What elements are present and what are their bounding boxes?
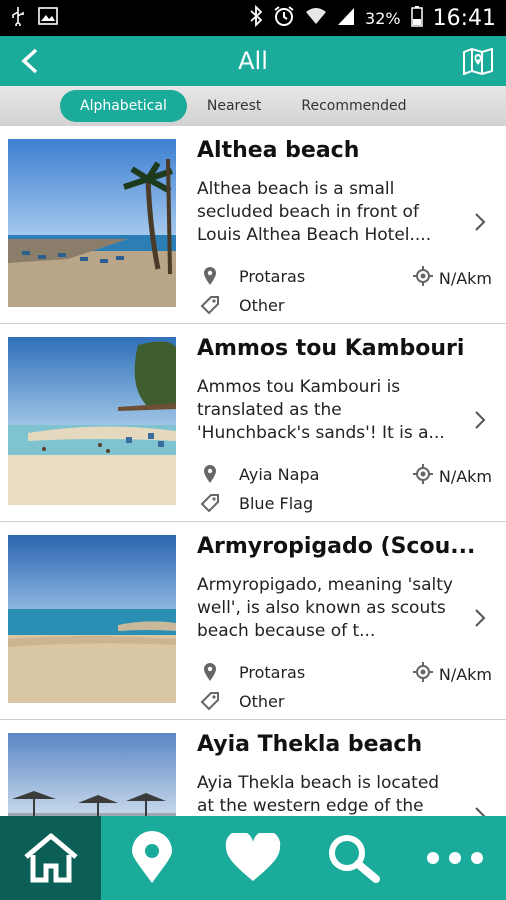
item-category-label: Other <box>239 295 285 315</box>
item-distance-label: N/Akm <box>438 268 492 288</box>
list-item[interactable]: Ayia Thekla beach Ayia Thekla beach is l… <box>0 720 506 816</box>
list-item[interactable]: Armyropigado (Scou... Armyropigado, mean… <box>0 522 506 720</box>
clock: 16:41 <box>432 5 496 31</box>
nav-map-button[interactable] <box>101 816 202 900</box>
gps-icon <box>412 266 433 290</box>
item-location: Protaras <box>197 662 305 682</box>
tag-icon <box>197 493 223 513</box>
item-title: Ayia Thekla beach <box>197 732 423 757</box>
item-title: Ammos tou Kambouri <box>197 336 465 361</box>
chevron-right-icon <box>474 212 486 236</box>
app-bar: All <box>0 36 506 86</box>
search-icon <box>329 835 381 883</box>
item-location: Ayia Napa <box>197 464 319 484</box>
nav-more-button[interactable] <box>405 816 506 900</box>
gps-icon <box>412 464 433 488</box>
home-icon <box>23 833 78 883</box>
chevron-right-icon <box>474 608 486 632</box>
beach-thumbnail <box>8 733 176 816</box>
page-title: All <box>238 47 268 75</box>
chevron-left-icon <box>21 48 38 74</box>
tag-icon <box>197 691 223 711</box>
image-notification-icon <box>38 6 58 30</box>
battery-percent: 32% <box>365 8 401 28</box>
beach-thumbnail <box>8 139 176 307</box>
list-item[interactable]: Ammos tou Kambouri Ammos tou Kambouri is… <box>0 324 506 522</box>
tag-icon <box>197 295 223 315</box>
chevron-right-icon <box>474 806 486 816</box>
location-pin-icon <box>197 266 223 286</box>
status-bar: 32% 16:41 <box>0 0 506 36</box>
battery-icon <box>410 5 423 32</box>
item-distance: N/Akm <box>412 266 492 290</box>
item-location: Protaras <box>197 266 305 286</box>
item-description: Ayia Thekla beach is located at the west… <box>197 773 440 816</box>
item-location-label: Protaras <box>239 266 306 286</box>
alarm-icon <box>273 5 295 32</box>
beach-thumbnail <box>8 337 176 505</box>
item-category: Other <box>197 295 284 315</box>
signal-icon <box>337 6 355 31</box>
beach-list: Althea beach Althea beach is a small sec… <box>0 126 506 816</box>
tab-nearest[interactable]: Nearest <box>187 90 282 122</box>
item-distance-label: N/Akm <box>438 664 492 684</box>
nav-favorites-button[interactable] <box>202 816 303 900</box>
list-item[interactable]: Althea beach Althea beach is a small sec… <box>0 126 506 324</box>
nav-home-button[interactable] <box>0 816 102 900</box>
tab-recommended[interactable]: Recommended <box>281 90 426 122</box>
item-location-label: Ayia Napa <box>239 464 320 484</box>
location-pin-icon <box>197 464 223 484</box>
heart-icon <box>225 833 281 881</box>
item-category-label: Other <box>239 691 285 711</box>
back-button[interactable] <box>0 36 60 86</box>
gps-icon <box>412 662 433 686</box>
wifi-icon <box>305 6 327 31</box>
map-pin-icon <box>131 831 172 883</box>
item-description: Armyropigado, meaning 'salty well', is a… <box>197 575 453 641</box>
item-location-label: Protaras <box>239 662 306 682</box>
item-distance-label: N/Akm <box>438 466 492 486</box>
item-category: Other <box>197 691 284 711</box>
item-distance: N/Akm <box>412 464 492 488</box>
map-view-button[interactable] <box>450 36 506 86</box>
usb-icon <box>10 6 26 31</box>
more-icon <box>427 852 484 864</box>
item-description: Ammos tou Kambouri is translated as the … <box>197 377 445 443</box>
item-distance: N/Akm <box>412 662 492 686</box>
nav-search-button[interactable] <box>304 816 405 900</box>
item-category-label: Blue Flag <box>239 493 314 513</box>
item-title: Althea beach <box>197 138 360 163</box>
tab-alphabetical[interactable]: Alphabetical <box>60 90 187 122</box>
chevron-right-icon <box>474 410 486 434</box>
item-title: Armyropigado (Scou... <box>197 534 476 559</box>
beach-thumbnail <box>8 535 176 703</box>
sort-tabs: Alphabetical Nearest Recommended <box>0 86 506 126</box>
item-category: Blue Flag <box>197 493 313 513</box>
map-icon <box>463 47 493 75</box>
bluetooth-icon <box>249 4 263 32</box>
bottom-nav <box>0 816 506 900</box>
location-pin-icon <box>197 662 223 682</box>
item-description: Althea beach is a small secluded beach i… <box>197 179 432 245</box>
